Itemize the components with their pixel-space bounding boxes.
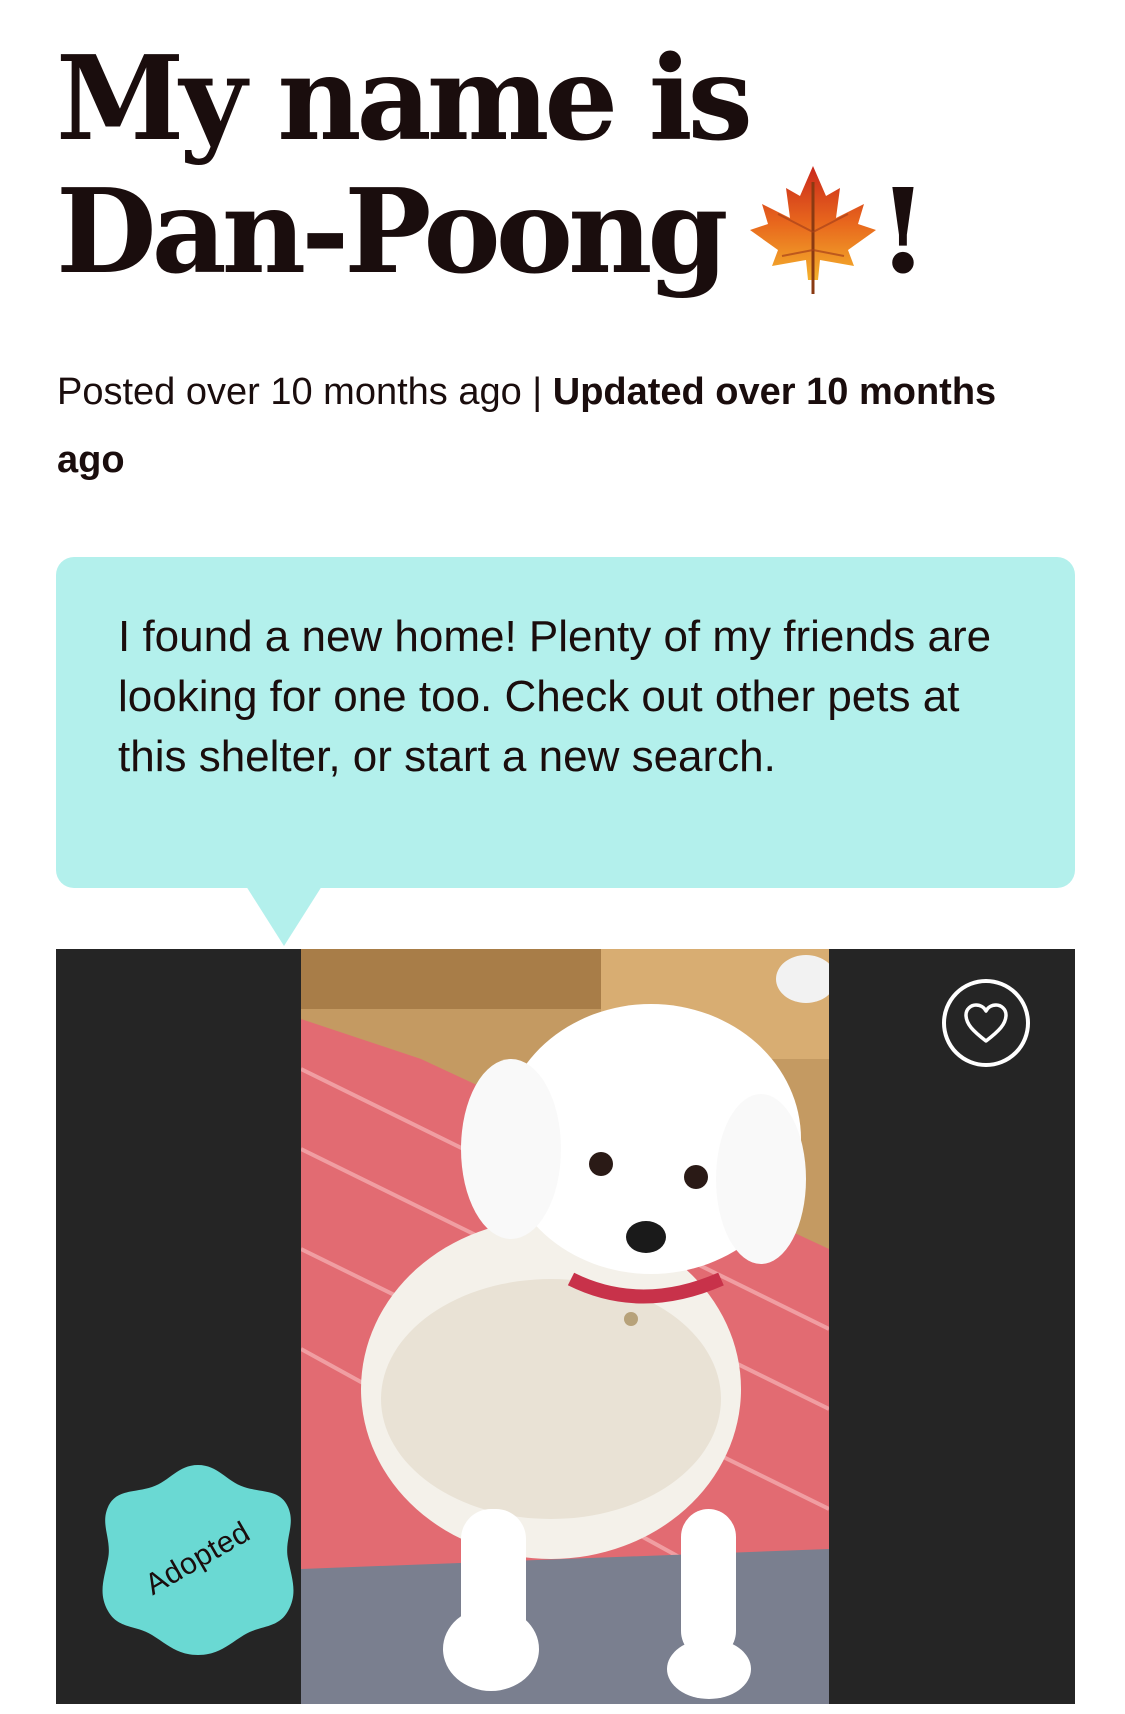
timestamp-separator: |	[521, 371, 553, 413]
adoption-notice: I found a new home! Plenty of my friends…	[56, 557, 1075, 888]
posted-time: Posted over 10 months ago	[57, 371, 522, 413]
pet-photo[interactable]	[301, 949, 829, 1704]
pet-name-text: My name is Dan-Poong	[56, 31, 753, 300]
maple-leaf-icon	[748, 162, 878, 302]
adopted-badge: Adopted	[98, 1459, 298, 1659]
adoption-notice-message: I found a new home! Plenty of my friends…	[118, 612, 992, 781]
heart-outline-icon	[964, 1003, 1008, 1043]
speech-bubble-tail	[246, 886, 322, 946]
post-timestamps: Posted over 10 months ago | Updated over…	[57, 358, 1057, 494]
pet-name-heading: My name is Dan-Poong !	[56, 36, 1056, 302]
photo-gallery: Adopted	[56, 949, 1075, 1704]
pet-profile-page: My name is Dan-Poong ! Posted over 10 mo…	[0, 0, 1125, 1714]
favorite-button[interactable]	[942, 979, 1030, 1067]
title-exclamation: !	[877, 164, 929, 300]
